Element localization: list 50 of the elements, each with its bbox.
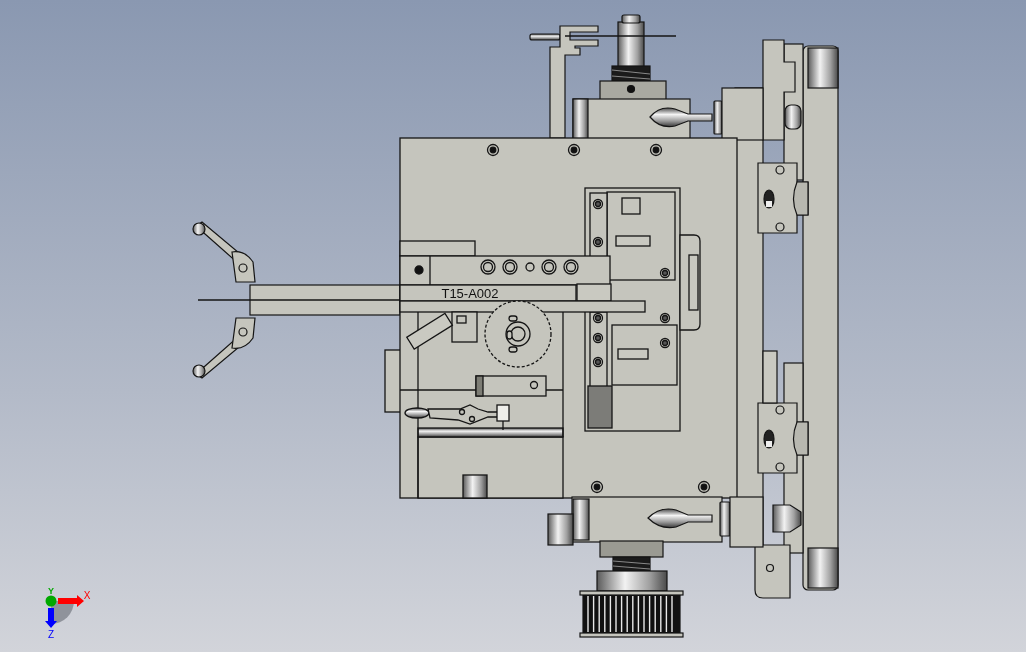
screw-hole [502, 259, 518, 275]
screw-hole [765, 563, 775, 573]
guide-pin [529, 33, 561, 41]
stop-pin [772, 504, 802, 533]
slot [688, 254, 699, 311]
hub-plate [729, 496, 764, 548]
hub-plate [721, 87, 764, 141]
screw-hole [659, 267, 671, 279]
screw-hole [525, 262, 535, 272]
clamp-tab [621, 197, 641, 215]
pulley-shaft [596, 570, 668, 592]
bolt-head [414, 265, 424, 275]
rail-end-block [807, 47, 839, 89]
screw-hole [697, 480, 711, 494]
lock-nut [599, 540, 664, 558]
label-plate [615, 235, 651, 247]
roller-cylinder [462, 474, 488, 499]
screw-hole [480, 259, 496, 275]
set-screw [626, 84, 636, 94]
label-plate [617, 348, 649, 360]
screw-hole [659, 337, 671, 349]
spindle-cap [621, 14, 641, 24]
axis-label: X [83, 590, 91, 601]
part-number-label: T15-A002 [441, 286, 499, 301]
stop-pin [784, 104, 802, 130]
screw-hole [486, 143, 500, 157]
screw-hole [592, 236, 604, 248]
screw-hole [659, 312, 671, 324]
screw-hole [563, 259, 579, 275]
screw-hole [529, 380, 539, 390]
axis-label: Z [47, 629, 55, 640]
sprocket-wheel [484, 300, 552, 368]
axis-label: Y [48, 586, 54, 596]
feeler-lever [192, 317, 256, 379]
dark-block [587, 385, 613, 429]
feeler-lever [192, 221, 256, 283]
screw-hole [592, 356, 604, 368]
screw-hole [592, 198, 604, 210]
side-block [547, 513, 574, 546]
tag-slot [456, 315, 467, 324]
slide-bracket [757, 162, 809, 234]
label-plate [762, 350, 778, 404]
coil-spring [612, 556, 651, 572]
screw-hole [592, 332, 604, 344]
screw-hole [541, 259, 557, 275]
screw-hole [590, 480, 604, 494]
screw-hole [567, 143, 581, 157]
rail-end-block [807, 547, 839, 589]
clamp-bracket [754, 544, 791, 599]
screw-hole [649, 143, 663, 157]
